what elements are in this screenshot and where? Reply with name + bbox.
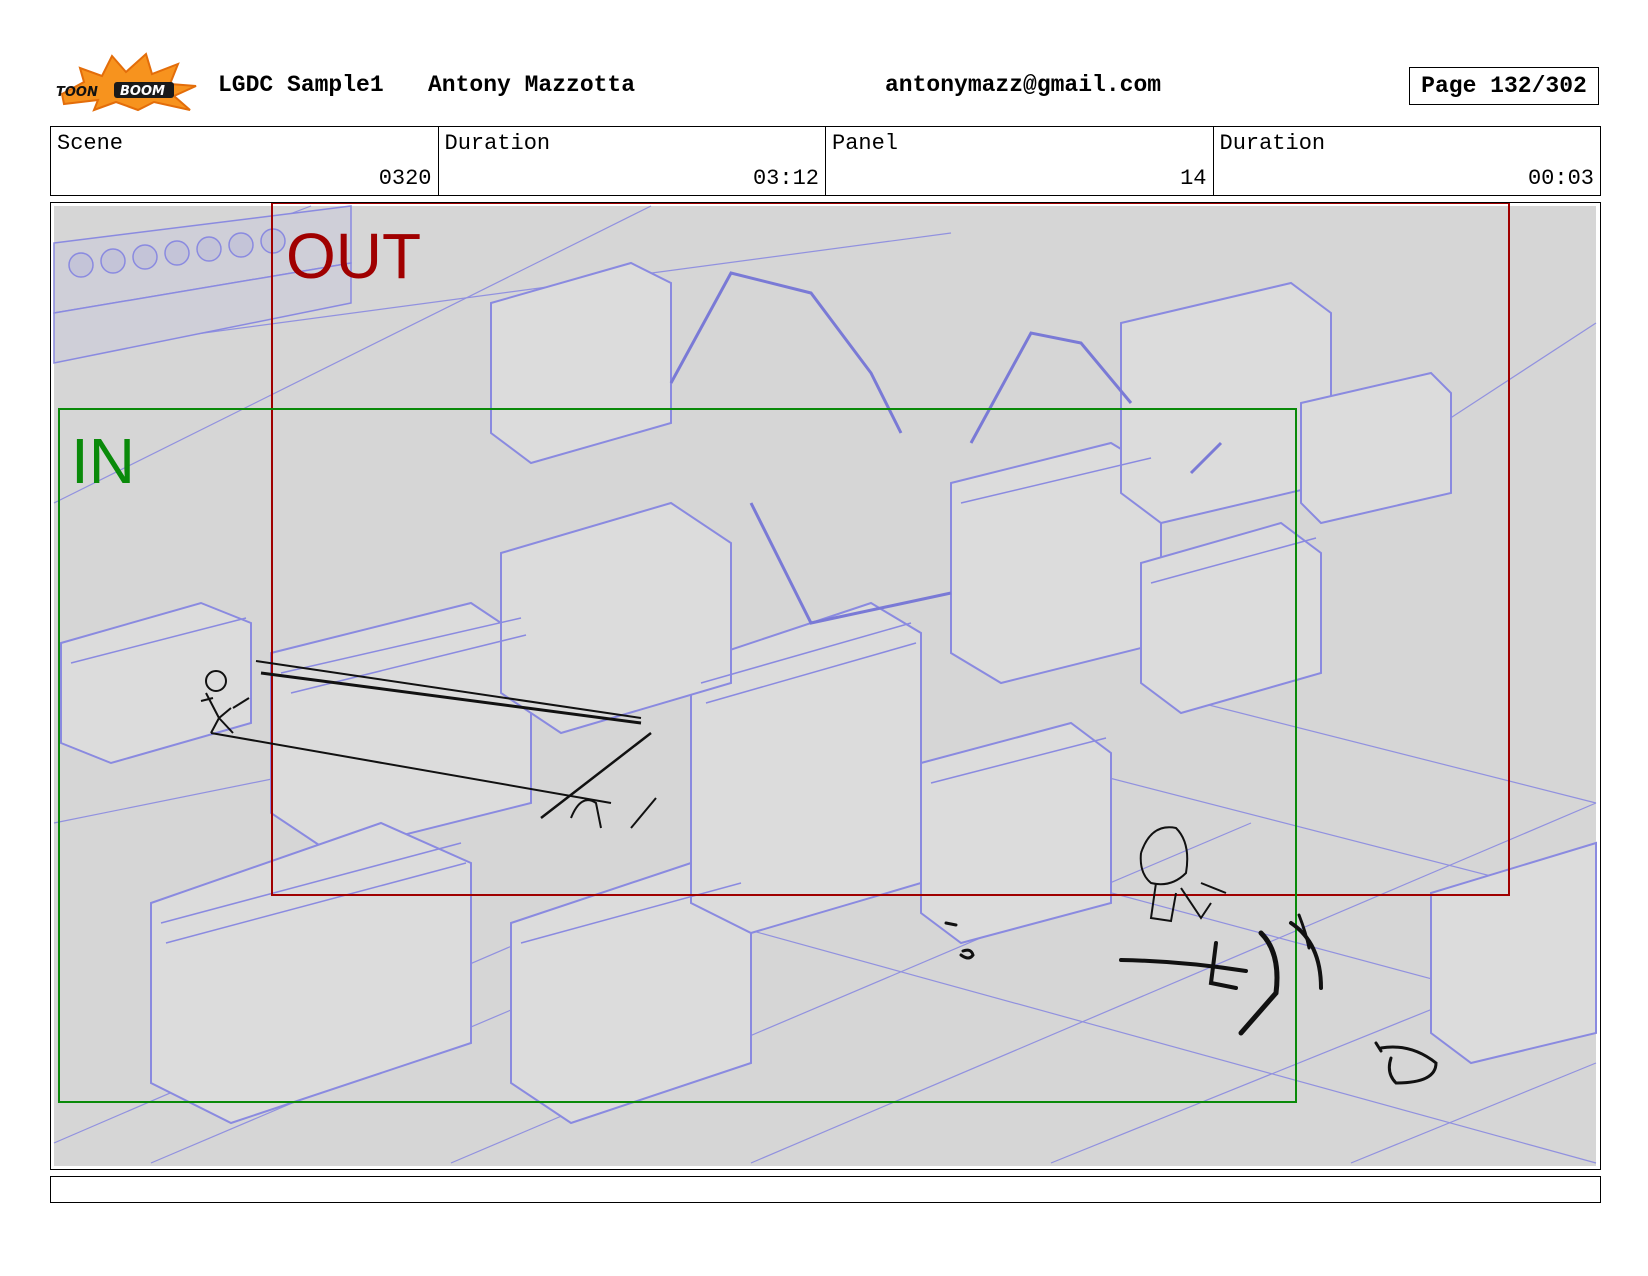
- panel-duration-value: 00:03: [1527, 166, 1594, 191]
- author-name: Antony Mazzotta: [428, 72, 636, 98]
- author-email: antonymazz@gmail.com: [885, 72, 1162, 98]
- out-label: OUT: [286, 220, 421, 292]
- scene-value: 0320: [378, 166, 432, 191]
- in-label: IN: [71, 425, 135, 497]
- toonboom-logo: TOON BOOM: [56, 52, 197, 112]
- scene-duration-cell: Duration 03:12: [439, 127, 826, 195]
- scene-cell: Scene 0320: [51, 127, 439, 195]
- scene-label: Scene: [57, 131, 124, 156]
- panel-cell: Panel 14: [826, 127, 1214, 195]
- project-title: LGDC Sample1: [218, 72, 384, 98]
- panel-info-row: Scene 0320 Duration 03:12 Panel 14 Durat…: [50, 126, 1601, 196]
- scene-duration-label: Duration: [444, 131, 551, 156]
- scene-duration-value: 03:12: [752, 166, 819, 191]
- panel-duration-label: Duration: [1219, 131, 1326, 156]
- panel-label: Panel: [832, 131, 899, 156]
- logo-wordmark: TOON: [56, 85, 98, 100]
- storyboard-panel: OUT IN: [50, 202, 1601, 1170]
- panel-value: 14: [1180, 166, 1207, 191]
- panel-artwork: OUT IN: [53, 203, 1597, 1166]
- caption-box: [50, 1176, 1601, 1203]
- page-indicator: Page 132/302: [1409, 67, 1599, 105]
- svg-text:BOOM: BOOM: [120, 84, 165, 99]
- panel-duration-cell: Duration 00:03: [1214, 127, 1601, 195]
